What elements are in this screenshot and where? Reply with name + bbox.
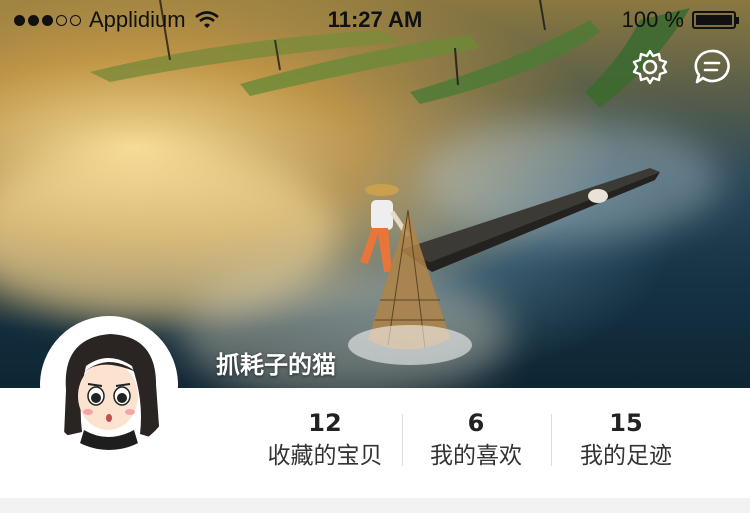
avatar-cartoon-girl (44, 320, 174, 450)
stat-history-label: 我的足迹 (580, 443, 672, 469)
stat-history-count: 15 (609, 409, 643, 437)
gear-icon[interactable] (630, 47, 670, 87)
avatar[interactable] (40, 316, 178, 454)
stat-likes-label: 我的喜欢 (430, 443, 522, 469)
chat-bubble-icon[interactable] (692, 47, 732, 87)
stat-history[interactable]: 15 我的足迹 (551, 408, 701, 474)
battery-percent: 100 % (621, 7, 684, 32)
stat-likes-count: 6 (467, 409, 485, 437)
stat-favorites[interactable]: 12 收藏的宝贝 (250, 408, 400, 474)
battery-icon (692, 11, 739, 29)
stat-favorites-count: 12 (308, 409, 342, 437)
profile-username: 抓耗子的猫 (216, 351, 336, 379)
stat-likes[interactable]: 6 我的喜欢 (401, 408, 551, 474)
status-bar: Applidium 11:27 AM 100 % (0, 0, 750, 40)
stat-favorites-label: 收藏的宝贝 (267, 443, 383, 469)
